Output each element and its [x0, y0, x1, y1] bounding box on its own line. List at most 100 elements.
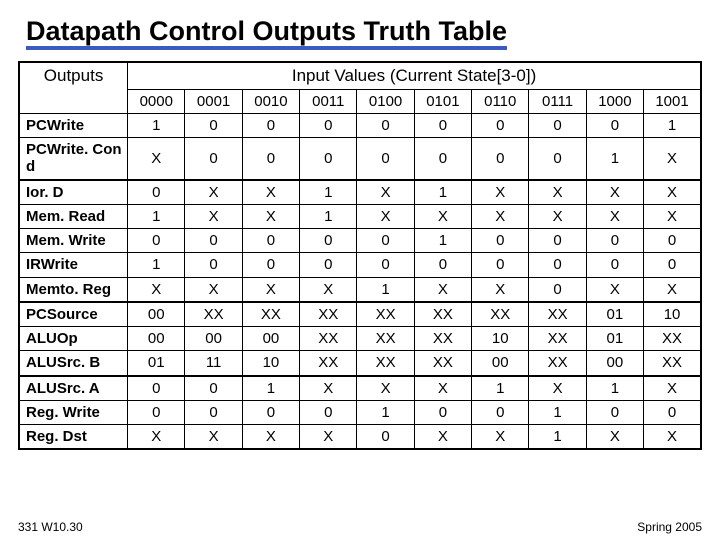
cell: X — [644, 376, 701, 401]
table-row: IRWrite1000000000 — [19, 253, 701, 277]
cell: 01 — [128, 351, 185, 376]
table-row: Mem. Read1XX1XXXXXX — [19, 204, 701, 228]
cell: X — [644, 277, 701, 302]
cell: XX — [529, 302, 586, 327]
cell: 0 — [128, 229, 185, 253]
cell: 1 — [529, 425, 586, 450]
cell: 0 — [185, 376, 242, 401]
row-label: ALUSrc. B — [19, 351, 128, 376]
cell: XX — [357, 302, 414, 327]
cell: 10 — [644, 302, 701, 327]
cell: XX — [242, 302, 299, 327]
cell: 01 — [586, 302, 643, 327]
cell: 00 — [128, 302, 185, 327]
cell: X — [300, 425, 357, 450]
cell: X — [529, 376, 586, 401]
row-label: ALUSrc. A — [19, 376, 128, 401]
cell: X — [242, 277, 299, 302]
cell: X — [242, 180, 299, 205]
cell: 1 — [357, 277, 414, 302]
cell: 1 — [242, 376, 299, 401]
cell: X — [472, 277, 529, 302]
cell: X — [357, 376, 414, 401]
cell: XX — [357, 327, 414, 351]
cell: XX — [414, 327, 471, 351]
table-row: PCWrite1000000001 — [19, 113, 701, 137]
cell: 0 — [529, 277, 586, 302]
cell: 0 — [472, 400, 529, 424]
cell: X — [414, 376, 471, 401]
footer-left: 331 W10.30 — [18, 520, 83, 534]
col-0110: 0110 — [472, 89, 529, 113]
cell: 0 — [529, 253, 586, 277]
cell: 1 — [300, 204, 357, 228]
table-row: ALUSrc. B011110XXXXXX00XX00XX — [19, 351, 701, 376]
col-0101: 0101 — [414, 89, 471, 113]
cell: 1 — [128, 253, 185, 277]
cell: X — [414, 425, 471, 450]
table-head: Outputs Input Values (Current State[3-0]… — [19, 62, 701, 113]
cell: 1 — [414, 180, 471, 205]
col-0100: 0100 — [357, 89, 414, 113]
cell: X — [128, 138, 185, 180]
input-values-header: Input Values (Current State[3-0]) — [128, 62, 701, 89]
table-row: Reg. DstXXXX0XX1XX — [19, 425, 701, 450]
cell: 00 — [185, 327, 242, 351]
footer: 331 W10.30 Spring 2005 — [18, 520, 702, 534]
cell: X — [185, 277, 242, 302]
cell: 0 — [586, 253, 643, 277]
cell: X — [586, 204, 643, 228]
cell: X — [242, 204, 299, 228]
cell: 0 — [357, 425, 414, 450]
cell: 0 — [414, 138, 471, 180]
cell: X — [414, 204, 471, 228]
cell: X — [644, 138, 701, 180]
cell: 00 — [242, 327, 299, 351]
cell: 0 — [128, 180, 185, 205]
cell: XX — [300, 327, 357, 351]
cell: 0 — [586, 229, 643, 253]
table-row: PCSource00XXXXXXXXXXXXXX0110 — [19, 302, 701, 327]
cell: X — [644, 180, 701, 205]
cell: X — [586, 180, 643, 205]
cell: 0 — [472, 113, 529, 137]
cell: 0 — [128, 376, 185, 401]
col-0001: 0001 — [185, 89, 242, 113]
cell: X — [242, 425, 299, 450]
cell: 11 — [185, 351, 242, 376]
table-row: Reg. Write0000100100 — [19, 400, 701, 424]
row-label: Reg. Write — [19, 400, 128, 424]
cell: XX — [644, 327, 701, 351]
cell: 0 — [472, 138, 529, 180]
cell: 00 — [586, 351, 643, 376]
cell: 1 — [529, 400, 586, 424]
row-label: Memto. Reg — [19, 277, 128, 302]
cell: 0 — [357, 229, 414, 253]
table-row: Ior. D0XX1X1XXXX — [19, 180, 701, 205]
col-1000: 1000 — [586, 89, 643, 113]
cell: X — [128, 277, 185, 302]
cell: 0 — [586, 113, 643, 137]
cell: XX — [472, 302, 529, 327]
table-row: Mem. Write0000010000 — [19, 229, 701, 253]
cell: 1 — [128, 204, 185, 228]
cell: X — [586, 425, 643, 450]
cell: XX — [529, 327, 586, 351]
cell: 0 — [300, 253, 357, 277]
row-label: IRWrite — [19, 253, 128, 277]
cell: 1 — [414, 229, 471, 253]
cell: X — [300, 277, 357, 302]
cell: X — [357, 180, 414, 205]
cell: 0 — [185, 113, 242, 137]
cell: 0 — [414, 253, 471, 277]
col-0010: 0010 — [242, 89, 299, 113]
cell: X — [529, 180, 586, 205]
cell: X — [185, 425, 242, 450]
table-body: PCWrite1000000001PCWrite. Con dX00000001… — [19, 113, 701, 449]
col-0011: 0011 — [300, 89, 357, 113]
cell: 0 — [644, 253, 701, 277]
cell: X — [300, 376, 357, 401]
cell: 0 — [242, 253, 299, 277]
footer-right: Spring 2005 — [637, 520, 702, 534]
row-label: Mem. Read — [19, 204, 128, 228]
